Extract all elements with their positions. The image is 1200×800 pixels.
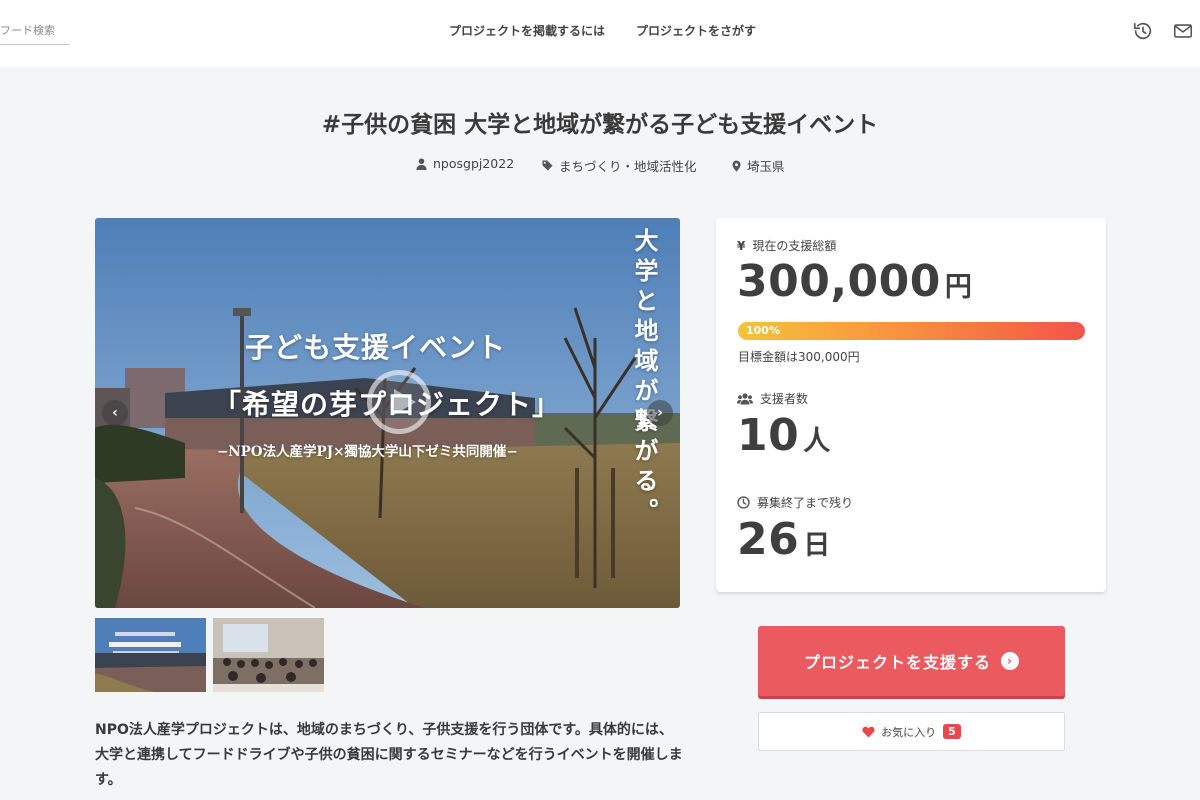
media-vertical-text: 大学と地域が繋がる。 xyxy=(630,228,659,528)
location-name: 埼玉県 xyxy=(747,159,785,174)
slide-prev-button[interactable]: ‹ xyxy=(102,400,128,426)
yen-icon: ¥ xyxy=(737,238,746,253)
support-project-label: プロジェクトを支援する xyxy=(803,653,991,672)
remaining-days-value: 26 日 xyxy=(737,514,830,565)
total-funding-unit: 円 xyxy=(944,272,972,303)
nav-post-project-link[interactable]: プロジェクトを掲載するには xyxy=(449,22,605,39)
backers-label: 支援者数 xyxy=(737,390,808,407)
heart-icon xyxy=(862,726,875,738)
thumbnail-seminar-image xyxy=(213,618,324,692)
favorite-label: お気に入り xyxy=(881,725,937,739)
funding-progress-fill xyxy=(738,322,1085,340)
total-funding-amount: 300,000 xyxy=(737,256,941,307)
remaining-days-label: 募集終了まで残り xyxy=(737,494,853,511)
search-input[interactable]: フード検索 xyxy=(0,18,70,45)
site-header: フード検索 プロジェクトを掲載するには プロジェクトをさがす xyxy=(0,0,1200,67)
thumbnail-campus-image xyxy=(95,618,206,692)
category-name: まちづくり・地域活性化 xyxy=(559,159,697,174)
user-icon xyxy=(416,158,427,170)
backers-count: 10 xyxy=(737,410,800,461)
remaining-days-label-text: 募集終了まで残り xyxy=(757,496,854,510)
backers-label-text: 支援者数 xyxy=(760,392,809,406)
owner-name: nposgpj2022 xyxy=(433,156,515,171)
project-location[interactable]: 埼玉県 xyxy=(732,156,785,175)
favorite-button[interactable]: お気に入り 5 xyxy=(758,712,1065,751)
project-category[interactable]: まちづくり・地域活性化 xyxy=(542,156,697,175)
tag-icon xyxy=(542,160,553,171)
media-title-line1: 子ども支援イベント xyxy=(245,331,507,364)
total-funding-value: 300,000 円 xyxy=(737,256,972,307)
support-project-button[interactable]: プロジェクトを支援する › xyxy=(758,626,1065,696)
backers-unit: 人 xyxy=(803,426,831,457)
play-video-button[interactable] xyxy=(367,370,431,434)
funding-progress-text: 100% xyxy=(746,324,780,337)
remaining-days-count: 26 xyxy=(737,514,800,565)
media-subtitle: −NPO法人産学PJ×獨協大学山下ゼミ共同開催− xyxy=(217,444,518,460)
users-icon xyxy=(737,392,753,404)
history-icon[interactable] xyxy=(1132,20,1154,42)
chevron-right-circle-icon: › xyxy=(1001,652,1019,670)
project-title: #子供の貧困 大学と地域が繋がる子ども支援イベント xyxy=(321,112,879,138)
favorite-count-badge: 5 xyxy=(943,724,961,739)
project-description: NPO法人産学プロジェクトは、地域のまちづくり、子供支援を行う団体です。具体的に… xyxy=(95,722,683,788)
project-owner[interactable]: nposgpj2022 xyxy=(416,156,514,171)
funding-goal-text: 目標金額は300,000円 xyxy=(738,350,860,364)
project-main-image[interactable]: 子ども支援イベント 「希望の芽プロジェクト」 −NPO法人産学PJ×獨協大学山下… xyxy=(95,218,680,608)
funding-status-card: ¥ 現在の支援総額 300,000 円 100% 目標金額は300,000円 支援… xyxy=(716,218,1106,592)
remaining-days-unit: 日 xyxy=(803,530,831,561)
backers-value: 10 人 xyxy=(737,410,830,461)
total-funding-label-text: 現在の支援総額 xyxy=(752,239,837,253)
clock-icon xyxy=(737,496,750,509)
thumbnail-1[interactable] xyxy=(95,618,206,692)
slide-next-button[interactable]: › xyxy=(647,400,673,426)
thumbnail-2[interactable] xyxy=(213,618,324,692)
total-funding-label: ¥ 現在の支援総額 xyxy=(737,237,836,254)
map-pin-icon xyxy=(732,160,741,172)
funding-progress-bar: 100% xyxy=(738,322,1085,340)
nav-find-project-link[interactable]: プロジェクトをさがす xyxy=(636,22,756,39)
mail-icon[interactable] xyxy=(1172,20,1194,42)
